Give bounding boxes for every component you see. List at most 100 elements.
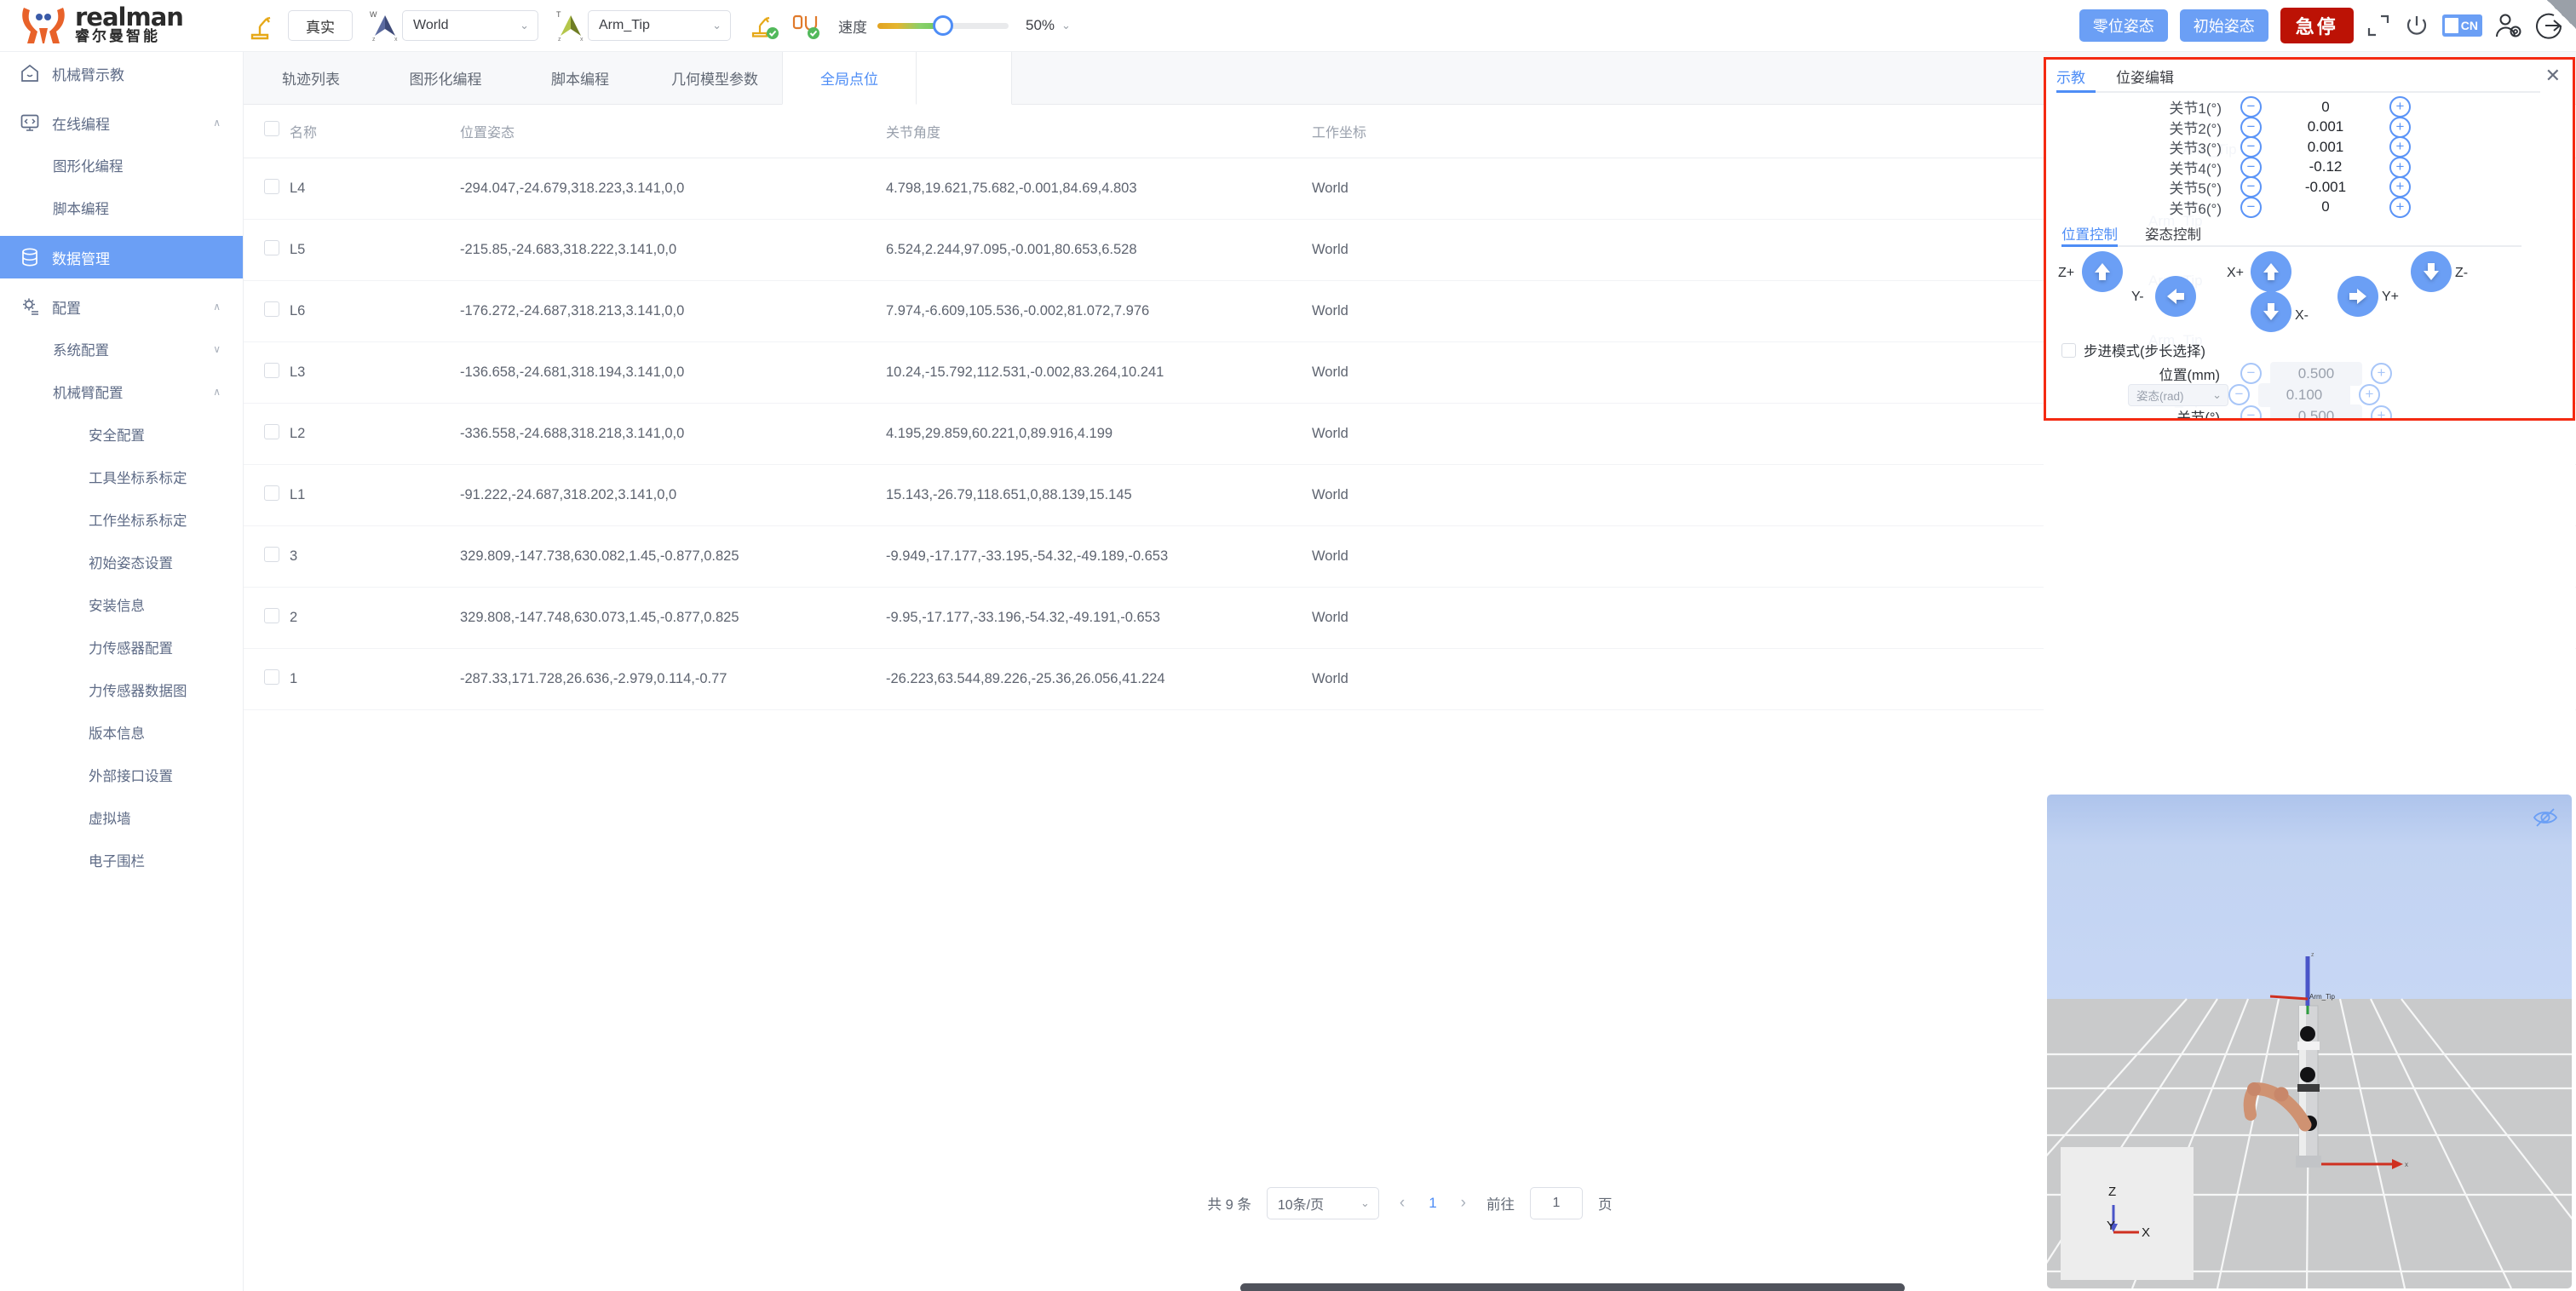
step-mode-checkbox[interactable]: [2061, 342, 2076, 358]
step-increment-button[interactable]: +: [2371, 363, 2392, 384]
joint-value[interactable]: 0: [2262, 99, 2389, 116]
chevron-up-icon[interactable]: ∧: [213, 117, 221, 129]
sidebar-item-16[interactable]: 外部接口设置: [0, 754, 243, 796]
sidebar-item-12[interactable]: 安装信息: [0, 583, 243, 626]
sidebar-item-13[interactable]: 力传感器配置: [0, 626, 243, 668]
joint-value[interactable]: 0: [2262, 198, 2389, 215]
tab-teach[interactable]: 示教: [2056, 66, 2085, 92]
tab-attitude-control[interactable]: 姿态控制: [2145, 223, 2201, 244]
gripper-status-ok-icon[interactable]: [789, 9, 823, 42]
jog-button-z-plus[interactable]: [2082, 251, 2123, 292]
joint-increment-button[interactable]: +: [2389, 176, 2411, 198]
joint-increment-button[interactable]: +: [2389, 96, 2411, 118]
tab-3[interactable]: 几何模型参数: [647, 52, 782, 104]
sidebar-item-7[interactable]: 机械臂配置 ∧: [0, 370, 243, 413]
joint-increment-button[interactable]: +: [2389, 196, 2411, 218]
select-all-checkbox[interactable]: [264, 121, 279, 137]
page-number-1[interactable]: 1: [1425, 1195, 1440, 1212]
joint-increment-button[interactable]: +: [2389, 136, 2411, 158]
row-checkbox[interactable]: [264, 301, 279, 317]
visibility-toggle-icon[interactable]: [2533, 806, 2558, 833]
row-checkbox[interactable]: [264, 423, 279, 439]
sidebar-item-8[interactable]: 安全配置: [0, 413, 243, 456]
step-decrement-button[interactable]: −: [2240, 363, 2262, 384]
close-icon[interactable]: ✕: [2545, 66, 2561, 85]
joint-decrement-button[interactable]: −: [2240, 116, 2262, 138]
row-checkbox[interactable]: [264, 239, 279, 255]
3d-scene[interactable]: x Arm_Tip z Z Y X: [2047, 795, 2572, 1288]
joint-decrement-button[interactable]: −: [2240, 196, 2262, 218]
chevron-down-icon[interactable]: ⌄: [1061, 19, 1071, 32]
speed-slider[interactable]: [877, 15, 1009, 36]
emergency-stop-button[interactable]: 急停: [2280, 8, 2354, 43]
sidebar-item-10[interactable]: 工作坐标系标定: [0, 498, 243, 541]
jog-button-x-plus[interactable]: [2251, 251, 2291, 292]
jog-button-x-minus[interactable]: [2251, 291, 2291, 332]
speed-slider-knob[interactable]: [933, 15, 953, 36]
sidebar-item-14[interactable]: 力传感器数据图: [0, 668, 243, 711]
fullscreen-icon[interactable]: [2366, 13, 2391, 38]
joint-value[interactable]: 0.001: [2262, 139, 2389, 156]
tab-pose-edit[interactable]: 位姿编辑: [2116, 66, 2174, 92]
sidebar-item-15[interactable]: 版本信息: [0, 711, 243, 754]
tab-4[interactable]: 全局点位: [782, 52, 917, 105]
world-frame-select[interactable]: World ⌄: [402, 10, 538, 41]
tab-position-control[interactable]: 位置控制: [2061, 223, 2118, 244]
step-value[interactable]: 0.500: [2270, 361, 2362, 386]
step-value[interactable]: 0.500: [2270, 404, 2362, 418]
orientation-minimap[interactable]: Z Y X: [2061, 1147, 2194, 1280]
step-increment-button[interactable]: +: [2371, 405, 2392, 418]
row-checkbox[interactable]: [264, 668, 279, 685]
chevron-down-icon[interactable]: ∨: [213, 343, 221, 355]
language-badge[interactable]: CN: [2441, 14, 2482, 37]
jog-button-z-minus[interactable]: [2411, 251, 2452, 292]
step-decrement-button[interactable]: −: [2228, 384, 2250, 405]
sidebar-item-9[interactable]: 工具坐标系标定: [0, 456, 243, 498]
step-value[interactable]: 0.100: [2258, 382, 2350, 407]
mode-button[interactable]: 真实: [288, 10, 353, 41]
sidebar-item-18[interactable]: 电子围栏: [0, 839, 243, 881]
init-pose-button[interactable]: 初始姿态: [2179, 9, 2268, 42]
horizontal-scrollbar[interactable]: [1240, 1283, 1905, 1291]
power-icon[interactable]: [2403, 12, 2430, 39]
tab-1[interactable]: 图形化编程: [378, 52, 513, 104]
joint-value[interactable]: 0.001: [2262, 118, 2389, 135]
tool-frame-select[interactable]: Arm_Tip ⌄: [588, 10, 731, 41]
robot-3d-viewport[interactable]: x Arm_Tip z Z Y X: [2044, 789, 2575, 1291]
sidebar-item-1[interactable]: 在线编程 ∧: [0, 101, 243, 144]
sidebar-item-6[interactable]: 系统配置 ∨: [0, 328, 243, 370]
step-decrement-button[interactable]: −: [2240, 405, 2262, 418]
robot-arm-icon[interactable]: [244, 9, 276, 42]
speed-value[interactable]: 50%: [1026, 17, 1055, 34]
page-size-select[interactable]: 10条/页 ⌄: [1266, 1187, 1379, 1219]
chevron-up-icon[interactable]: ∧: [213, 386, 221, 398]
joint-decrement-button[interactable]: −: [2240, 136, 2262, 158]
chevron-up-icon[interactable]: ∧: [213, 301, 221, 313]
step-mode-row[interactable]: 步进模式(步长选择): [2046, 337, 2573, 363]
row-checkbox[interactable]: [264, 546, 279, 562]
row-checkbox[interactable]: [264, 485, 279, 501]
joint-decrement-button[interactable]: −: [2240, 176, 2262, 198]
joint-decrement-button[interactable]: −: [2240, 156, 2262, 178]
sidebar-item-17[interactable]: 虚拟墙: [0, 796, 243, 839]
joint-value[interactable]: -0.001: [2262, 179, 2389, 196]
sidebar-item-0[interactable]: 机械臂示教: [0, 52, 243, 95]
step-increment-button[interactable]: +: [2359, 384, 2380, 405]
sidebar-item-5[interactable]: 配置 ∧: [0, 285, 243, 328]
row-checkbox[interactable]: [264, 178, 279, 194]
tab-2[interactable]: 脚本编程: [513, 52, 647, 104]
next-page-button[interactable]: ›: [1456, 1194, 1471, 1213]
joint-decrement-button[interactable]: −: [2240, 96, 2262, 118]
row-checkbox[interactable]: [264, 362, 279, 378]
sidebar-item-2[interactable]: 图形化编程: [0, 144, 243, 186]
user-settings-icon[interactable]: [2494, 12, 2523, 39]
prev-page-button[interactable]: ‹: [1394, 1194, 1410, 1213]
joint-increment-button[interactable]: +: [2389, 156, 2411, 178]
jog-button-y-plus[interactable]: [2337, 276, 2378, 317]
jog-button-y-minus[interactable]: [2155, 276, 2196, 317]
step-attitude-select[interactable]: 姿态(rad) ⌄: [2128, 383, 2228, 406]
zero-pose-button[interactable]: 零位姿态: [2079, 9, 2168, 42]
sidebar-item-3[interactable]: 脚本编程: [0, 186, 243, 229]
joint-value[interactable]: -0.12: [2262, 158, 2389, 175]
sidebar-item-4[interactable]: 数据管理: [0, 236, 243, 278]
